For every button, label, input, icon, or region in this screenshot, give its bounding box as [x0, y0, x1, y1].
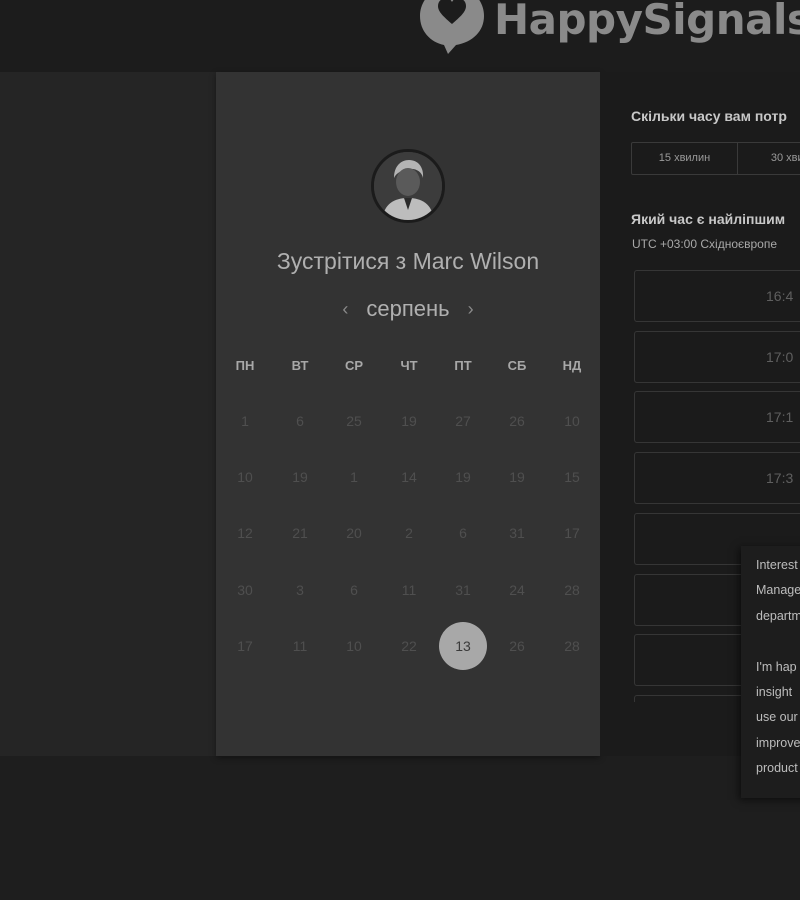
calendar-day: 10	[237, 469, 253, 485]
chat-message-line: departm	[756, 609, 800, 623]
chat-message-line: product	[756, 761, 798, 775]
duration-selector: 15 хвилин 30 хвил	[631, 142, 800, 175]
chat-message-line: use our	[756, 710, 798, 724]
logo-text: HappySignals	[494, 0, 800, 44]
duration-option-15[interactable]: 15 хвилин	[632, 143, 738, 174]
calendar-day: 19	[509, 469, 525, 485]
time-slot-label: 17:0	[766, 348, 794, 365]
duration-question: Скільки часу вам потр	[631, 108, 787, 124]
calendar-day: 26	[509, 413, 525, 429]
calendar-day: 17	[564, 525, 580, 541]
calendar-card: Зустрітися з Marc Wilson ‹ серпень › ПН В…	[216, 72, 600, 756]
calendar-day: 27	[455, 413, 471, 429]
calendar-day: 21	[292, 525, 308, 541]
calendar-grid: ПН ВТ СР ЧТ ПТ СБ НД 1 6 25 19 27 26 10 10 19 1 14 19 19 15 1…	[216, 72, 600, 756]
weekday-header: ПН	[235, 358, 255, 373]
time-slot[interactable]: 17:1	[634, 391, 800, 444]
time-slot[interactable]: 17:0	[634, 330, 800, 383]
time-slot-label: 16:4	[766, 288, 794, 304]
chat-message-line: insight	[756, 685, 793, 699]
duration-option-30[interactable]: 30 хвил	[738, 143, 800, 174]
calendar-day: 11	[292, 638, 308, 654]
time-slot[interactable]: 17:3	[634, 452, 800, 505]
calendar-day: 1	[241, 413, 249, 429]
calendar-day: 10	[346, 638, 362, 654]
calendar-day: 2	[405, 525, 413, 541]
calendar-day: 19	[455, 469, 471, 485]
heart-bubble-icon	[420, 0, 484, 54]
calendar-day: 1	[350, 469, 358, 485]
weekday-header: ЧТ	[400, 358, 418, 373]
weekday-header: НД	[562, 358, 582, 373]
calendar-day: 31	[455, 582, 471, 598]
calendar-day: 25	[346, 413, 362, 429]
calendar-day: 3	[296, 582, 304, 598]
time-slot-label: 17:3	[766, 470, 794, 487]
chat-message-line: I'm hap	[756, 660, 797, 674]
time-slot[interactable]: 16:4	[634, 270, 800, 322]
calendar-day: 24	[509, 582, 525, 598]
time-slot-label: 17:1	[766, 409, 794, 426]
calendar-day: 19	[401, 413, 417, 429]
weekday-header: ПТ	[454, 358, 472, 373]
footer-area	[0, 756, 800, 900]
calendar-day: 10	[564, 413, 580, 429]
calendar-day: 19	[292, 469, 308, 485]
chat-message-line: Manage	[756, 583, 800, 597]
selected-day[interactable]: 13	[439, 622, 487, 670]
weekday-header: ВТ	[291, 358, 309, 373]
calendar-day: 31	[509, 525, 525, 541]
top-bar: HappySignals	[0, 0, 800, 72]
chat-message-line: improve	[756, 736, 800, 750]
chat-popup[interactable]: Interest Manage departm I'm hap insight use o…	[741, 546, 800, 798]
timezone-label[interactable]: UTC +03:00 Східноєвропе	[632, 237, 777, 251]
calendar-day: 6	[296, 413, 304, 429]
calendar-day: 14	[401, 469, 417, 485]
weekday-header: СБ	[507, 358, 527, 373]
calendar-day: 17	[237, 638, 253, 654]
time-question: Який час є найліпшим	[631, 211, 786, 227]
calendar-day: 26	[509, 638, 525, 654]
happysignals-logo[interactable]: HappySignals	[418, 0, 800, 54]
calendar-day: 15	[564, 469, 580, 485]
calendar-day: 30	[237, 582, 253, 598]
calendar-day: 11	[401, 582, 417, 598]
calendar-day: 12	[237, 525, 253, 541]
calendar-day: 6	[459, 525, 467, 541]
calendar-day: 6	[350, 582, 358, 598]
chat-message-line: Interest	[756, 558, 798, 572]
calendar-day: 28	[564, 638, 580, 654]
calendar-day: 20	[346, 525, 362, 541]
weekday-header: СР	[344, 358, 364, 373]
calendar-day: 28	[564, 582, 580, 598]
calendar-day: 22	[401, 638, 417, 654]
